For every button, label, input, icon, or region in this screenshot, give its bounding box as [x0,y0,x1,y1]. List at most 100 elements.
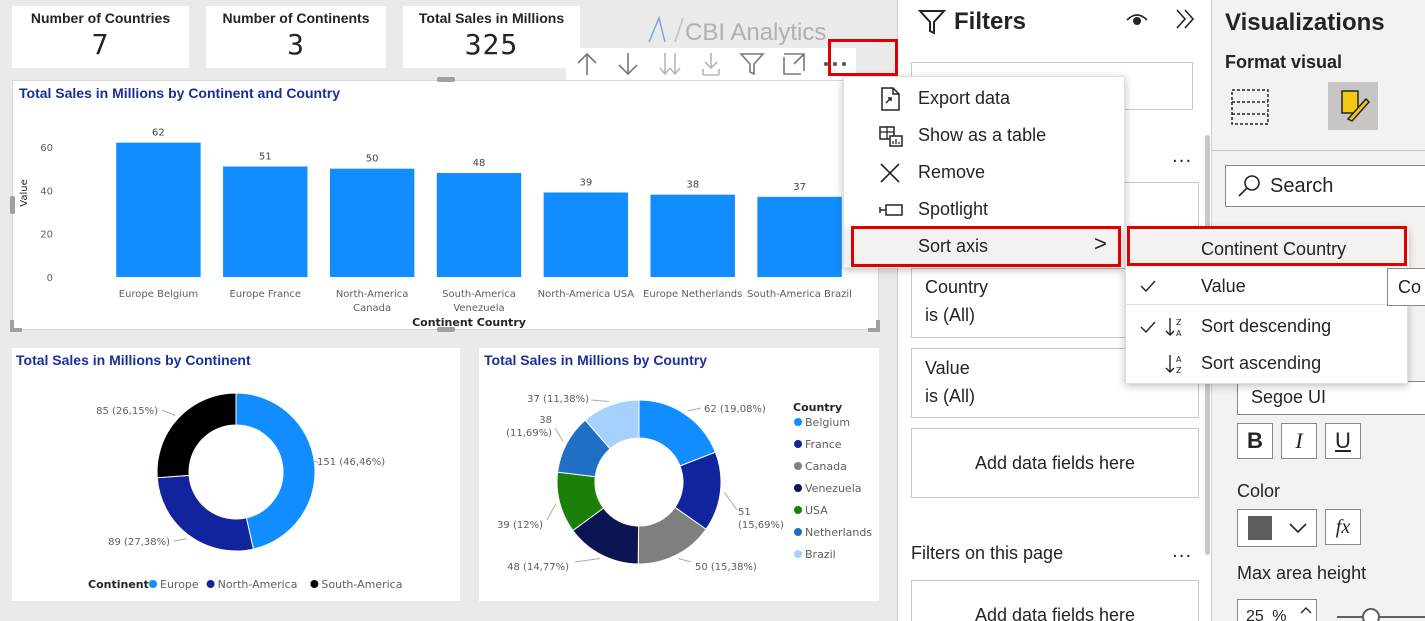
submenu-item-sort-descending[interactable]: ZA Sort descending [1126,308,1409,345]
menu-item-sort-axis[interactable]: Sort axis > [844,228,1126,265]
svg-text:A: A [1176,329,1182,338]
leader-line [590,399,609,402]
visual-context-menu: Export data Show as a table Remove Spotl… [843,76,1126,268]
bar [543,192,629,277]
data-label: 39 [579,178,592,189]
submenu-item-label: Value [1201,275,1246,296]
sort-ascending-icon: AZ [1165,354,1182,375]
legend-item: USA [805,504,828,517]
data-label: 151 (46,46%) [317,457,385,468]
kpi-card-continents[interactable]: Number of Continents 3 [206,6,386,68]
bar [436,173,522,277]
format-visual-icon[interactable] [1328,82,1378,130]
x-tick-label: North-America USA [538,289,635,300]
bold-button[interactable]: B [1237,423,1273,459]
card-value: 3 [287,28,305,61]
visual-filters-more-icon[interactable]: ... [1172,146,1192,167]
color-label: Color [1237,481,1281,501]
x-tick-label: Europe France [229,289,301,300]
leader-line [546,503,557,521]
build-visual-icon[interactable] [1230,88,1270,132]
submenu-item-continent-country[interactable]: Continent Country [1126,231,1409,268]
bar-chart: 0 20 40 60 Value 62 Europe Belgium 51 Europe Fra… [19,128,852,329]
data-label: 39 (12%) [497,520,543,531]
data-label: (11,69%) [506,428,552,439]
add-data-fields-visual[interactable]: Add data fields here [911,428,1199,498]
kpi-card-total-sales[interactable]: Total Sales in Millions 325 [403,6,580,68]
x-axis-title: Continent Country [412,316,526,329]
x-tick-label: South-America Brazil [747,289,852,300]
search-placeholder: Search [1270,174,1334,197]
legend-marker [310,580,319,588]
eye-icon[interactable] [1126,10,1148,32]
max-area-value: 25 [1246,608,1264,621]
max-area-slider-track[interactable] [1337,616,1425,618]
sort-axis-submenu: Continent Country Value ZA Sort descendi… [1125,228,1409,384]
legend-item: Europe [160,578,199,591]
bar-chart-visual[interactable]: Total Sales in Millions by Continent and… [12,80,879,330]
resize-handle-bottom[interactable] [437,327,455,332]
resize-handle-corner-br[interactable] [868,320,880,332]
resize-handle-top[interactable] [437,77,455,82]
filter-field-name: Value [925,358,970,378]
data-label: 37 (11,38%) [527,394,589,405]
filter-icon [918,10,946,35]
x-tick-label: Europe Belgium [119,289,198,300]
y-tick-label: 0 [47,273,53,284]
expand-hierarchy-icon[interactable] [690,48,731,80]
filter-icon[interactable] [732,48,773,80]
menu-item-label: Export data [918,88,1011,108]
data-label: 51 [738,507,751,518]
chevron-up-icon[interactable] [1299,600,1313,619]
menu-item-export-data[interactable]: Export data [844,80,1126,117]
italic-button[interactable]: I [1281,423,1317,459]
menu-item-remove[interactable]: Remove [844,154,1126,191]
card-label: Total Sales in Millions [418,10,565,26]
font-family-dropdown[interactable]: Segoe UI [1237,381,1425,415]
visualizations-search-input[interactable]: Search [1225,165,1425,207]
close-icon [878,161,910,185]
focus-mode-icon[interactable] [773,48,814,80]
drill-up-icon[interactable] [566,48,607,80]
menu-item-spotlight[interactable]: Spotlight [844,191,1126,228]
conditional-format-fx-button[interactable]: fx [1325,509,1361,545]
data-label: 50 [366,154,379,165]
legend-item: Belgium [805,416,850,429]
submenu-item-sort-ascending[interactable]: AZ Sort ascending [1126,345,1409,382]
resize-handle-left[interactable] [10,196,15,214]
svg-text:A: A [1176,355,1182,364]
sort-descending-icon: ZA [1165,317,1182,338]
logo-text: CBI Analytics [685,19,827,46]
legend-item: South-America [321,578,402,591]
kpi-card-countries[interactable]: Number of Countries 7 [12,6,189,68]
add-data-fields-page[interactable]: Add data fields here [911,580,1199,621]
drill-down-icon[interactable] [607,48,648,80]
collapse-pane-icon[interactable] [1174,8,1196,34]
color-picker[interactable] [1237,509,1317,547]
x-tick-label: South-America [442,289,516,300]
leader-line [687,407,702,412]
underline-button[interactable]: U [1325,423,1361,459]
x-tick-label: Europe Netherlands [643,289,742,300]
page-filters-more-icon[interactable]: ... [1172,541,1192,562]
data-label: 62 (19,08%) [704,404,766,415]
leader-line [554,427,564,442]
brand-logo: CBI Analytics [645,14,826,47]
card-value: 325 [464,28,519,61]
bar [223,166,308,277]
go-to-next-level-icon[interactable] [649,48,690,80]
donut-continent-visual[interactable]: Total Sales in Millions by Continent 151… [12,348,460,601]
resize-handle-corner-bl[interactable] [10,320,22,332]
menu-item-show-as-table[interactable]: Show as a table [844,117,1126,154]
card-value: 7 [91,28,110,61]
data-label: 48 [473,158,486,169]
bar [757,196,842,277]
menu-item-label: Sort axis [918,236,989,256]
max-area-slider-thumb[interactable] [1362,608,1380,621]
data-label: 38 [686,180,699,191]
donut-country-visual[interactable]: Total Sales in Millions by Country 62 (1… [479,348,879,601]
data-label: 37 [793,182,806,193]
submenu-item-value[interactable]: Value [1126,268,1409,305]
legend-item: Canada [805,460,847,473]
legend-title: Continent [88,578,149,591]
